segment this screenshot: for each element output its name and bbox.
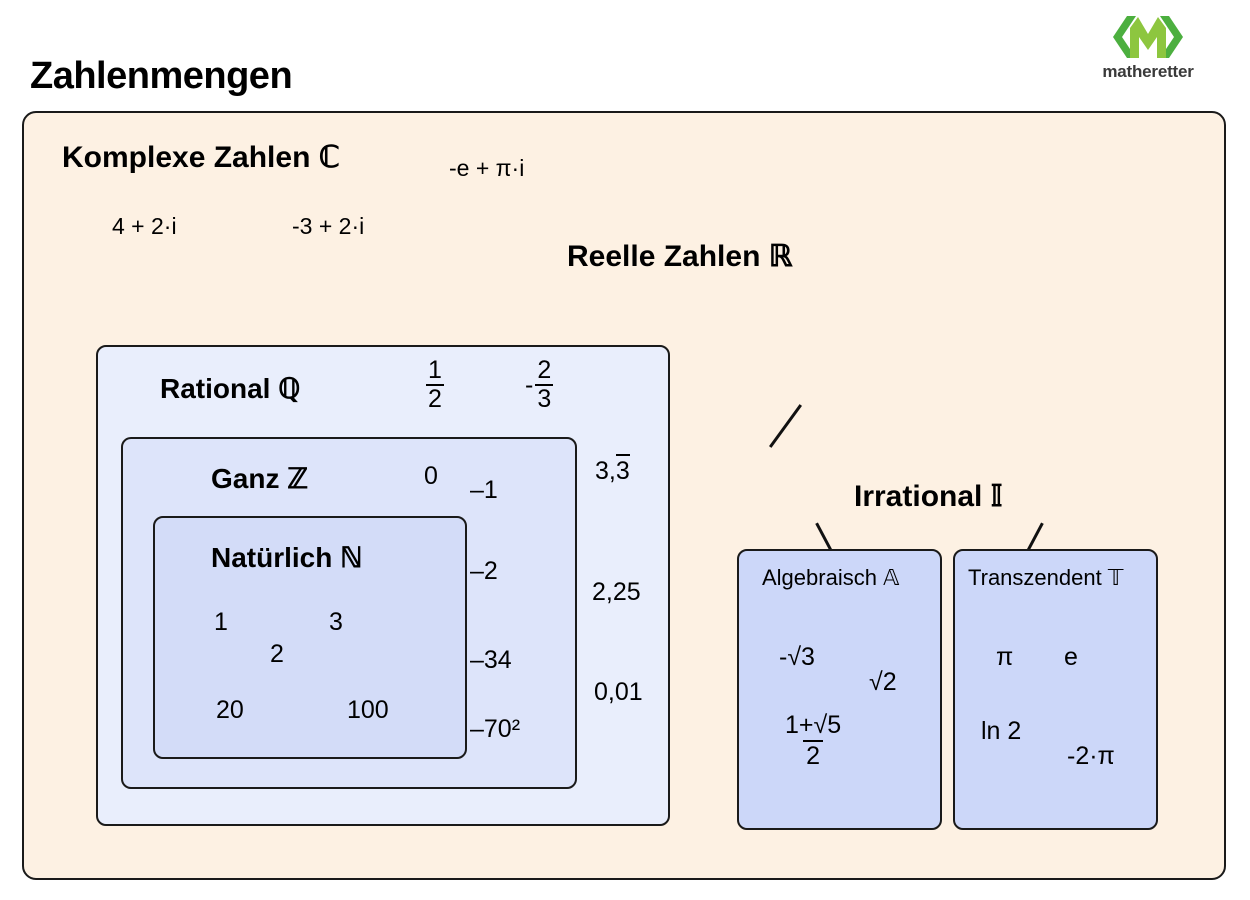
fraction-numerator: 1+√5: [785, 711, 842, 739]
matheretter-m-logo-icon: [1113, 16, 1183, 58]
irrational-numbers-title: Irrational 𝕀: [854, 480, 1003, 513]
algebraic-golden-ratio-fraction: 1+√5 2: [782, 713, 844, 769]
rational-periodic-decimal: 3,3: [595, 454, 630, 486]
integer-numbers-title: Ganz ℤ: [211, 463, 309, 494]
rational-fraction-minus-two-thirds: - 2 3: [525, 356, 554, 413]
algebraic-value-2: √2: [869, 668, 897, 696]
integer-value-1: 0: [424, 462, 438, 490]
fraction-denominator: 3: [535, 384, 554, 413]
rational-decimal-1: 2,25: [592, 578, 641, 606]
natural-value-1: 1: [214, 608, 228, 636]
natural-value-5: 100: [347, 696, 389, 724]
transcendent-numbers-set-box: [953, 549, 1158, 830]
complex-example-2: 4 + 2·i: [112, 213, 177, 239]
fraction-denominator: 2: [803, 740, 824, 769]
rational-decimal-2: 0,01: [594, 678, 643, 706]
page-title: Zahlenmengen: [30, 55, 293, 98]
fraction-denominator: 2: [426, 384, 444, 413]
transcendent-numbers-title: Transzendent 𝕋: [968, 565, 1124, 590]
complex-numbers-title: Komplexe Zahlen ℂ: [62, 141, 340, 174]
natural-value-3: 2: [270, 640, 284, 668]
transcendent-value-3: ln 2: [981, 717, 1022, 745]
transcendent-value-1: π: [996, 643, 1014, 671]
fraction-numerator: 2: [537, 356, 552, 384]
rational-numbers-title: Rational ℚ: [160, 373, 301, 404]
transcendent-value-4: -2·π: [1067, 742, 1115, 770]
natural-numbers-title: Natürlich ℕ: [211, 542, 363, 573]
complex-example-3: -3 + 2·i: [292, 213, 365, 239]
brand-logo: matheretter: [1068, 14, 1228, 82]
periodic-decimal-repeating-digit: 3: [615, 454, 630, 485]
brand-name: matheretter: [1102, 62, 1194, 81]
integer-value-2: –1: [470, 476, 498, 504]
rational-fraction-one-half: 1 2: [426, 358, 444, 412]
real-numbers-title: Reelle Zahlen ℝ: [567, 240, 793, 273]
integer-value-4: –34: [470, 646, 512, 674]
algebraic-value-1: -√3: [779, 643, 815, 671]
natural-value-4: 20: [216, 696, 244, 724]
fraction-sign: -: [525, 370, 534, 399]
periodic-decimal-lead: 3,: [595, 457, 616, 485]
integer-value-5: –70²: [470, 715, 521, 743]
complex-example-1: -e + π·i: [449, 155, 525, 181]
natural-value-2: 3: [329, 608, 343, 636]
fraction-numerator: 1: [428, 356, 442, 384]
algebraic-numbers-set-box: [737, 549, 942, 830]
connector-real-to-irrational: [769, 404, 802, 448]
integer-value-3: –2: [470, 557, 498, 585]
transcendent-value-2: e: [1064, 643, 1078, 671]
algebraic-numbers-title: Algebraisch 𝔸: [762, 565, 900, 590]
